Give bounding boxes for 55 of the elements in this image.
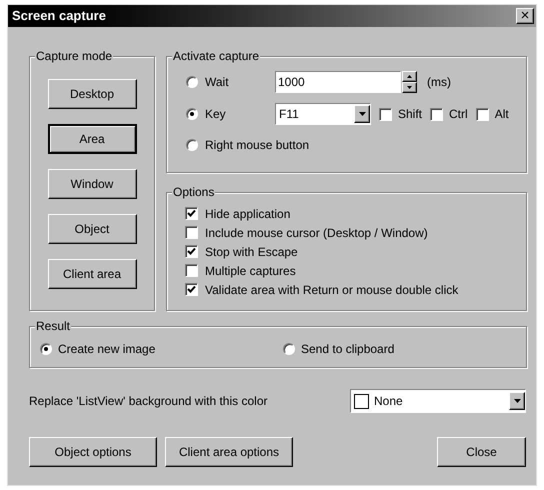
- mode-button[interactable]: Window: [48, 169, 136, 199]
- dialog-button[interactable]: Client area options: [165, 437, 293, 467]
- radio-button[interactable]: [283, 343, 295, 355]
- mode-button[interactable]: Desktop: [48, 79, 136, 109]
- group-title: Result: [35, 319, 72, 333]
- down-arrow-icon: [407, 86, 412, 89]
- mode-button[interactable]: Area: [48, 124, 136, 154]
- checkbox[interactable]: [379, 108, 392, 120]
- radio-button[interactable]: [186, 108, 198, 120]
- checkbox-label: Multiple captures: [205, 262, 296, 280]
- checkbox-label: Hide application: [205, 206, 290, 222]
- checkbox-label: Alt: [494, 106, 509, 123]
- checkbox[interactable]: [185, 207, 198, 220]
- close-button[interactable]: ×: [516, 8, 534, 24]
- dialog-button[interactable]: Object options: [29, 437, 157, 467]
- window-title: Screen capture: [12, 7, 106, 26]
- checkbox[interactable]: [185, 283, 198, 296]
- dropdown-arrow-button[interactable]: [509, 392, 525, 410]
- caret-icon: [514, 399, 520, 403]
- checkbox-label: Validate area with Return or mouse double click: [205, 282, 458, 298]
- checkbox[interactable]: [430, 108, 444, 120]
- radio-label: Right mouse button: [205, 137, 310, 154]
- dropdown-arrow-button[interactable]: [354, 105, 370, 123]
- checkbox[interactable]: [185, 226, 198, 239]
- spinner[interactable]: [402, 71, 417, 93]
- checkbox[interactable]: [185, 264, 198, 277]
- up-arrow-icon: [407, 75, 412, 78]
- radio-label: Send to clipboard: [301, 341, 394, 358]
- group-title: Capture mode: [35, 49, 114, 63]
- mode-button[interactable]: Object: [48, 214, 136, 244]
- spin-up-button[interactable]: [402, 71, 417, 82]
- key-dropdown[interactable]: F11: [275, 103, 371, 125]
- radio-button[interactable]: [186, 76, 198, 88]
- dialog-button[interactable]: Close: [437, 437, 526, 467]
- radio-button[interactable]: [40, 343, 52, 355]
- color-value: None: [374, 393, 403, 410]
- checkbox-label: Include mouse cursor (Desktop / Window): [205, 224, 428, 242]
- radio-label: Wait: [205, 74, 230, 91]
- checkbox[interactable]: [476, 108, 489, 120]
- group-title: Activate capture: [172, 49, 260, 63]
- wait-field[interactable]: 1000: [275, 71, 401, 93]
- unit-label: (ms): [427, 74, 451, 91]
- checkbox[interactable]: [185, 245, 198, 258]
- radio-label: Create new image: [58, 341, 156, 358]
- spin-down-button[interactable]: [402, 82, 417, 93]
- caret-icon: [358, 112, 366, 116]
- group-title: Options: [172, 185, 216, 199]
- radio-button[interactable]: [186, 139, 198, 151]
- mode-button[interactable]: Client area: [48, 259, 136, 289]
- color-dropdown[interactable]: None: [350, 389, 526, 413]
- checkbox-label: Ctrl: [449, 106, 468, 123]
- color-label: Replace 'ListView' background with this color: [29, 393, 268, 410]
- checkbox-label: Stop with Escape: [205, 244, 298, 260]
- checkbox-label: Shift: [398, 106, 422, 123]
- radio-label: Key: [205, 106, 227, 123]
